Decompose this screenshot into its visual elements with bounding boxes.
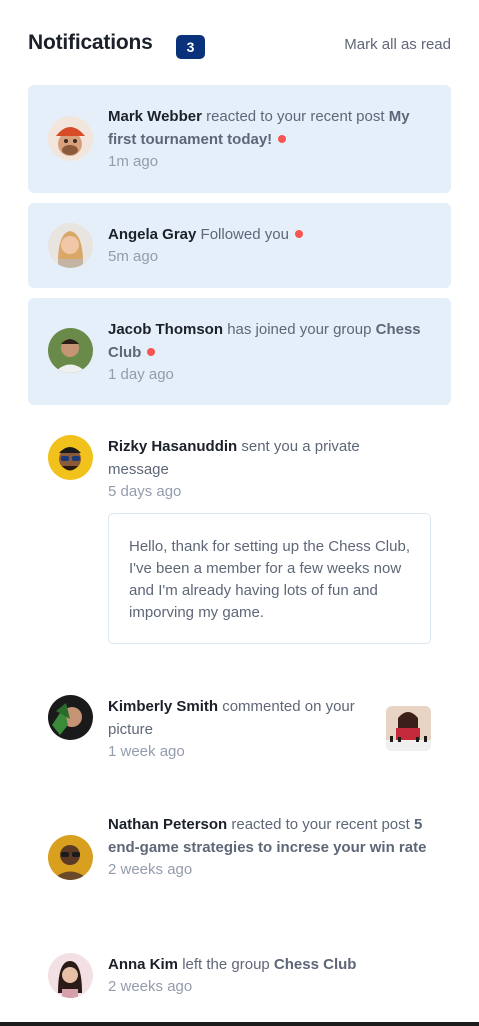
notification-item[interactable]: Angela Gray Followed you 5m ago [28, 203, 451, 288]
avatar-angela-gray [48, 223, 93, 268]
notification-text: Mark Webber reacted to your recent post … [108, 105, 438, 173]
notification-action: reacted to your recent post [206, 108, 385, 125]
notification-text: Nathan Peterson reacted to your recent p… [108, 813, 438, 881]
notification-text: Anna Kim left the group Chess Club 2 wee… [108, 953, 438, 998]
user-name[interactable]: Angela Gray [108, 226, 196, 243]
private-message-preview[interactable]: Hello, thank for setting up the Chess Cl… [108, 513, 431, 644]
avatar-jacob-thomson [48, 328, 93, 373]
timestamp: 1m ago [108, 153, 159, 170]
unread-dot-icon [294, 230, 303, 238]
user-name[interactable]: Mark Webber [108, 108, 202, 125]
unread-dot-icon [147, 348, 156, 356]
notification-text: Kimberly Smith commented on your picture… [108, 695, 378, 763]
avatar-nathan-peterson [48, 835, 93, 880]
timestamp: 5 days ago [108, 483, 182, 500]
user-name[interactable]: Jacob Thomson [108, 321, 223, 338]
notification-action: left the group [182, 956, 270, 973]
bottom-edge-bar [0, 1022, 479, 1026]
notification-text: Angela Gray Followed you 5m ago [108, 223, 438, 268]
group-link[interactable]: Chess Club [274, 956, 357, 973]
user-name[interactable]: Nathan Peterson [108, 816, 227, 833]
user-name[interactable]: Kimberly Smith [108, 698, 218, 715]
notification-item[interactable]: Mark Webber reacted to your recent post … [28, 85, 451, 193]
notification-text: Jacob Thomson has joined your group Ches… [108, 318, 438, 386]
avatar-rizky-hasanuddin [48, 435, 93, 480]
timestamp: 5m ago [108, 248, 159, 265]
header: Notifications 3 Mark all as read [28, 30, 451, 62]
page-title: Notifications [28, 31, 153, 54]
avatar-kimberly-smith [48, 695, 93, 740]
user-name[interactable]: Rizky Hasanuddin [108, 438, 237, 455]
mark-all-as-read-button[interactable]: Mark all as read [344, 36, 451, 53]
timestamp: 1 week ago [108, 743, 185, 760]
notification-action: reacted to your recent post [231, 816, 410, 833]
user-name[interactable]: Anna Kim [108, 956, 178, 973]
timestamp: 2 weeks ago [108, 978, 193, 995]
unread-dot-icon [278, 135, 287, 143]
notification-action: Followed you [200, 226, 289, 243]
unread-count-badge: 3 [176, 35, 205, 59]
notification-item[interactable]: Nathan Peterson reacted to your recent p… [28, 793, 451, 918]
timestamp: 1 day ago [108, 366, 174, 383]
chess-picture-thumbnail[interactable] [386, 706, 431, 751]
timestamp: 2 weeks ago [108, 861, 193, 878]
notification-action: has joined your group [227, 321, 372, 338]
avatar-mark-webber [48, 116, 93, 161]
notification-text: Rizky Hasanuddin sent you a private mess… [108, 435, 408, 503]
avatar-anna-kim [48, 953, 93, 998]
notification-item[interactable]: Anna Kim left the group Chess Club 2 wee… [28, 933, 451, 1013]
notification-item[interactable]: Jacob Thomson has joined your group Ches… [28, 298, 451, 405]
